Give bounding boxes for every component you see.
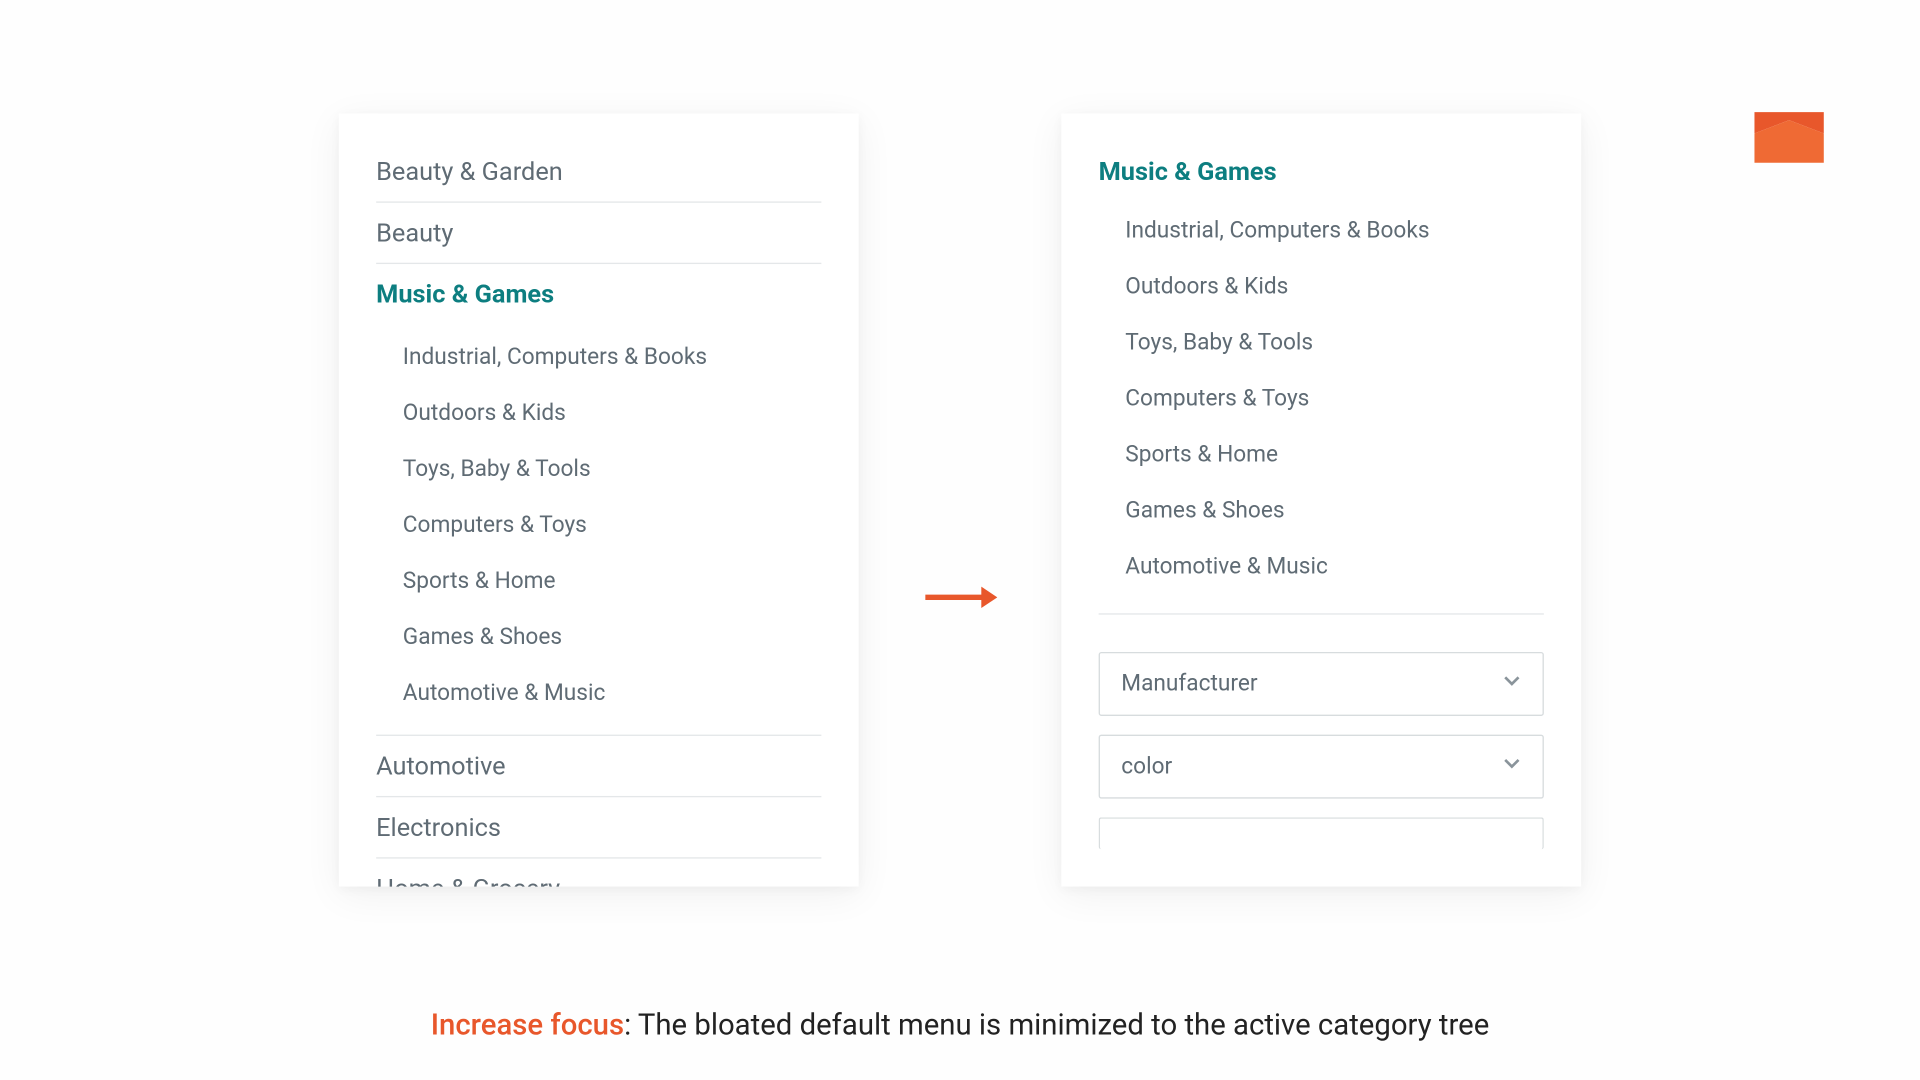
subcategory-item[interactable]: Outdoors & Kids [1125, 259, 1544, 315]
subcategory-item[interactable]: Outdoors & Kids [403, 385, 822, 441]
filter-dropdown-manufacturer[interactable]: Manufacturer [1099, 652, 1544, 716]
chevron-down-icon [1503, 671, 1522, 698]
subcategory-item[interactable]: Toys, Baby & Tools [1125, 315, 1544, 371]
subcategory-item[interactable]: Automotive & Music [403, 665, 822, 721]
category-item[interactable]: Electronics [376, 797, 821, 858]
category-item[interactable]: Beauty [376, 203, 821, 264]
caption-lead: Increase focus [431, 1009, 624, 1042]
subcategory-item[interactable]: Automotive & Music [1125, 539, 1544, 595]
category-item-active[interactable]: Music & Games [376, 264, 821, 324]
category-item-active[interactable]: Music & Games [1099, 156, 1544, 197]
subcategory-item[interactable]: Games & Shoes [1125, 483, 1544, 539]
caption-rest: : The bloated default menu is minimized … [624, 1009, 1489, 1042]
panel-before: Beauty & Garden Beauty Music & Games Ind… [339, 113, 859, 886]
subcategory-item[interactable]: Computers & Toys [1125, 371, 1544, 427]
subcategory-item[interactable]: Games & Shoes [403, 609, 822, 665]
filter-dropdown-color[interactable]: color [1099, 735, 1544, 799]
panel-after: Music & Games Industrial, Computers & Bo… [1061, 113, 1581, 886]
category-item[interactable]: Beauty & Garden [376, 156, 821, 203]
subcategory-item[interactable]: Computers & Toys [403, 497, 822, 553]
chevron-down-icon [1503, 753, 1522, 780]
arrow-right-icon [923, 584, 998, 616]
subcategory-item[interactable]: Industrial, Computers & Books [403, 329, 822, 385]
filter-label: color [1121, 753, 1172, 780]
subcategory-list: Industrial, Computers & Books Outdoors &… [376, 324, 821, 736]
caption: Increase focus: The bloated default menu… [0, 1009, 1920, 1042]
subcategory-item[interactable]: Sports & Home [1125, 427, 1544, 483]
category-item[interactable]: Home & Grocery [376, 859, 821, 887]
category-item[interactable]: Automotive [376, 736, 821, 797]
subcategory-item[interactable]: Toys, Baby & Tools [403, 441, 822, 497]
filter-list: Manufacturer color [1099, 615, 1544, 850]
subcategory-item[interactable]: Industrial, Computers & Books [1125, 203, 1544, 259]
filter-label: Manufacturer [1121, 671, 1257, 698]
filter-dropdown-partial[interactable] [1099, 817, 1544, 849]
subcategory-item[interactable]: Sports & Home [403, 553, 822, 609]
subcategory-list: Industrial, Computers & Books Outdoors &… [1099, 197, 1544, 614]
